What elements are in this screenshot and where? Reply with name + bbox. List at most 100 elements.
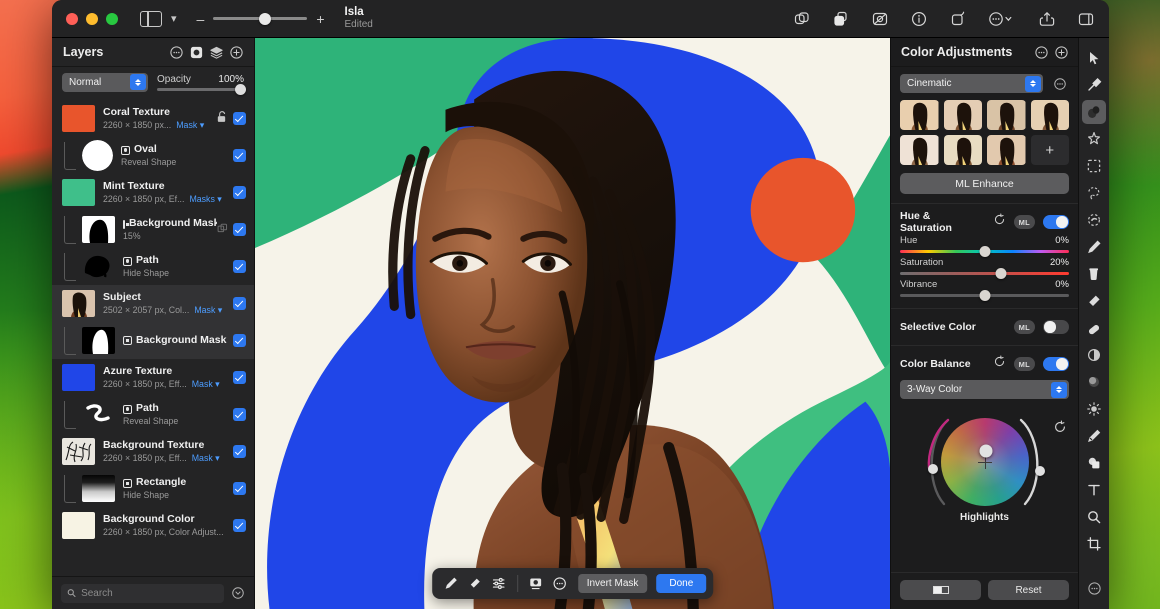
blur-tool[interactable] [1082,397,1106,421]
paint-select-tool[interactable] [1082,208,1106,232]
smudge-tool[interactable] [1082,316,1106,340]
duplicate-mask-icon[interactable] [217,221,228,239]
layer-row[interactable]: Subject 2502 × 2057 px, Col... Mask ▾ [52,285,254,322]
layer-row[interactable]: Coral Texture 2260 × 1850 px... Mask ▾ [52,100,254,137]
layer-mask-link[interactable]: Mask ▾ [192,453,220,464]
reset-arrow-icon[interactable] [993,355,1006,373]
stepper-icon[interactable] [1025,75,1041,92]
hue-slider[interactable] [900,245,1069,257]
mask-editing-toolbar[interactable]: Invert Mask Done [431,568,714,599]
search-box[interactable] [61,583,224,603]
layer-thumbnail[interactable] [62,290,95,317]
opacity-control[interactable]: Opacity 100% [157,74,246,95]
arrange-front-icon[interactable] [831,9,850,28]
invert-mask-button[interactable]: Invert Mask [577,574,648,593]
arrow-select-tool[interactable] [1082,46,1106,70]
more-circle-icon[interactable] [548,572,572,596]
layers-copy-icon[interactable] [792,9,811,28]
layer-thumbnail[interactable] [62,179,95,206]
shape-tool[interactable] [1082,451,1106,475]
layer-row[interactable]: Background Mask 15% [52,211,254,248]
saturation-slider-group[interactable]: Saturation 20% [900,257,1069,279]
ml-badge[interactable]: ML [1013,320,1035,334]
layer-visibility-checkbox[interactable] [233,408,246,421]
zoom-tool[interactable] [1082,505,1106,529]
layer-mask-link[interactable]: Mask ▾ [176,120,204,131]
layer-thumbnail[interactable] [82,401,115,428]
preset-thumbnail[interactable] [943,100,982,130]
saturation-slider[interactable] [900,267,1069,279]
layer-visibility-checkbox[interactable] [233,112,246,125]
vibrance-slider-group[interactable]: Vibrance 0% [900,279,1069,301]
dodge-burn-tool[interactable] [1082,370,1106,394]
layer-row[interactable]: Background Color 2260 × 1850 px, Color Ad… [52,507,254,544]
color-balance-toggle[interactable] [1043,357,1069,371]
reset-arrow-icon[interactable] [993,213,1006,231]
layer-thumbnail[interactable] [82,140,113,171]
opacity-slider-knob[interactable] [235,83,246,95]
layer-row[interactable]: Path Reveal Shape [52,396,254,433]
mask-preview-icon[interactable] [524,572,548,596]
done-button[interactable]: Done [656,574,707,593]
preset-select[interactable]: Cinematic [900,74,1043,93]
lasso-select-tool[interactable] [1082,181,1106,205]
layer-thumbnail[interactable] [82,327,115,354]
vibrance-slider[interactable] [900,289,1069,301]
layer-thumbnail[interactable] [62,364,95,391]
text-tool[interactable] [1082,478,1106,502]
clone-stamp-tool[interactable] [1082,100,1106,124]
layer-visibility-checkbox[interactable] [233,334,246,347]
layer-thumbnail[interactable] [62,438,95,465]
zoom-slider-group[interactable]: – + [197,12,325,26]
zoom-out-button[interactable]: – [197,12,205,26]
preset-thumbnail[interactable] [943,135,982,165]
layer-row[interactable]: Mint Texture 2260 × 1850 px, Ef... Masks ▾ [52,174,254,211]
eraser-icon[interactable] [463,572,487,596]
zoom-slider[interactable] [213,12,308,25]
hue-slider-group[interactable]: Hue 0% [900,235,1069,257]
layer-visibility-checkbox[interactable] [233,445,246,458]
layer-visibility-checkbox[interactable] [233,297,246,310]
brush-icon[interactable] [439,572,463,596]
layer-row[interactable]: Path Hide Shape [52,248,254,285]
canvas[interactable]: Invert Mask Done [255,38,890,609]
saturation-arc-knob[interactable] [928,464,938,474]
layer-mask-link[interactable]: Masks ▾ [189,194,221,205]
blend-mode-select[interactable]: Normal [62,72,148,92]
window-controls[interactable] [52,12,118,25]
magic-wand-tool[interactable] [1082,127,1106,151]
reset-button[interactable]: Reset [988,580,1069,600]
rotate-square-icon[interactable] [948,9,967,28]
layer-thumbnail[interactable] [62,512,95,539]
ml-badge[interactable]: ML [1013,357,1035,371]
crop-tool[interactable] [1082,532,1106,556]
preset-thumbnail[interactable] [900,100,939,130]
brightness-arc-slider[interactable] [1015,414,1051,510]
brush-tool[interactable] [1082,235,1106,259]
preset-thumbnail-grid[interactable]: + [900,100,1069,165]
stepper-icon[interactable] [130,74,146,90]
preset-thumbnail[interactable] [987,135,1026,165]
more-tools-icon[interactable] [1082,576,1106,600]
preset-thumbnail[interactable] [1030,100,1069,130]
add-circle-icon[interactable] [1052,43,1070,61]
eraser-tool[interactable] [1082,289,1106,313]
selective-color-toggle[interactable] [1043,320,1069,334]
layer-row[interactable]: Oval Reveal Shape [52,137,254,174]
layer-thumbnail[interactable] [82,475,115,502]
layer-row[interactable]: Background Mask [52,322,254,359]
hue-saturation-toggle[interactable] [1043,215,1069,229]
zoom-in-button[interactable]: + [316,12,324,26]
mask-square-icon[interactable] [187,43,205,61]
maximize-button[interactable] [106,12,118,25]
pen-path-tool[interactable] [1082,424,1106,448]
color-balance-mode-select[interactable]: 3-Way Color [900,380,1069,399]
filter-chevron-icon[interactable] [231,586,245,600]
sliders-icon[interactable] [487,572,511,596]
layer-visibility-checkbox[interactable] [233,149,246,162]
layer-row[interactable]: Azure Texture 2260 × 1850 px, Eff... Mask … [52,359,254,396]
retouch-heal-tool[interactable] [1082,73,1106,97]
layer-thumbnail[interactable] [82,253,115,280]
add-preset-button[interactable]: + [1030,135,1069,165]
layer-visibility-checkbox[interactable] [233,260,246,273]
